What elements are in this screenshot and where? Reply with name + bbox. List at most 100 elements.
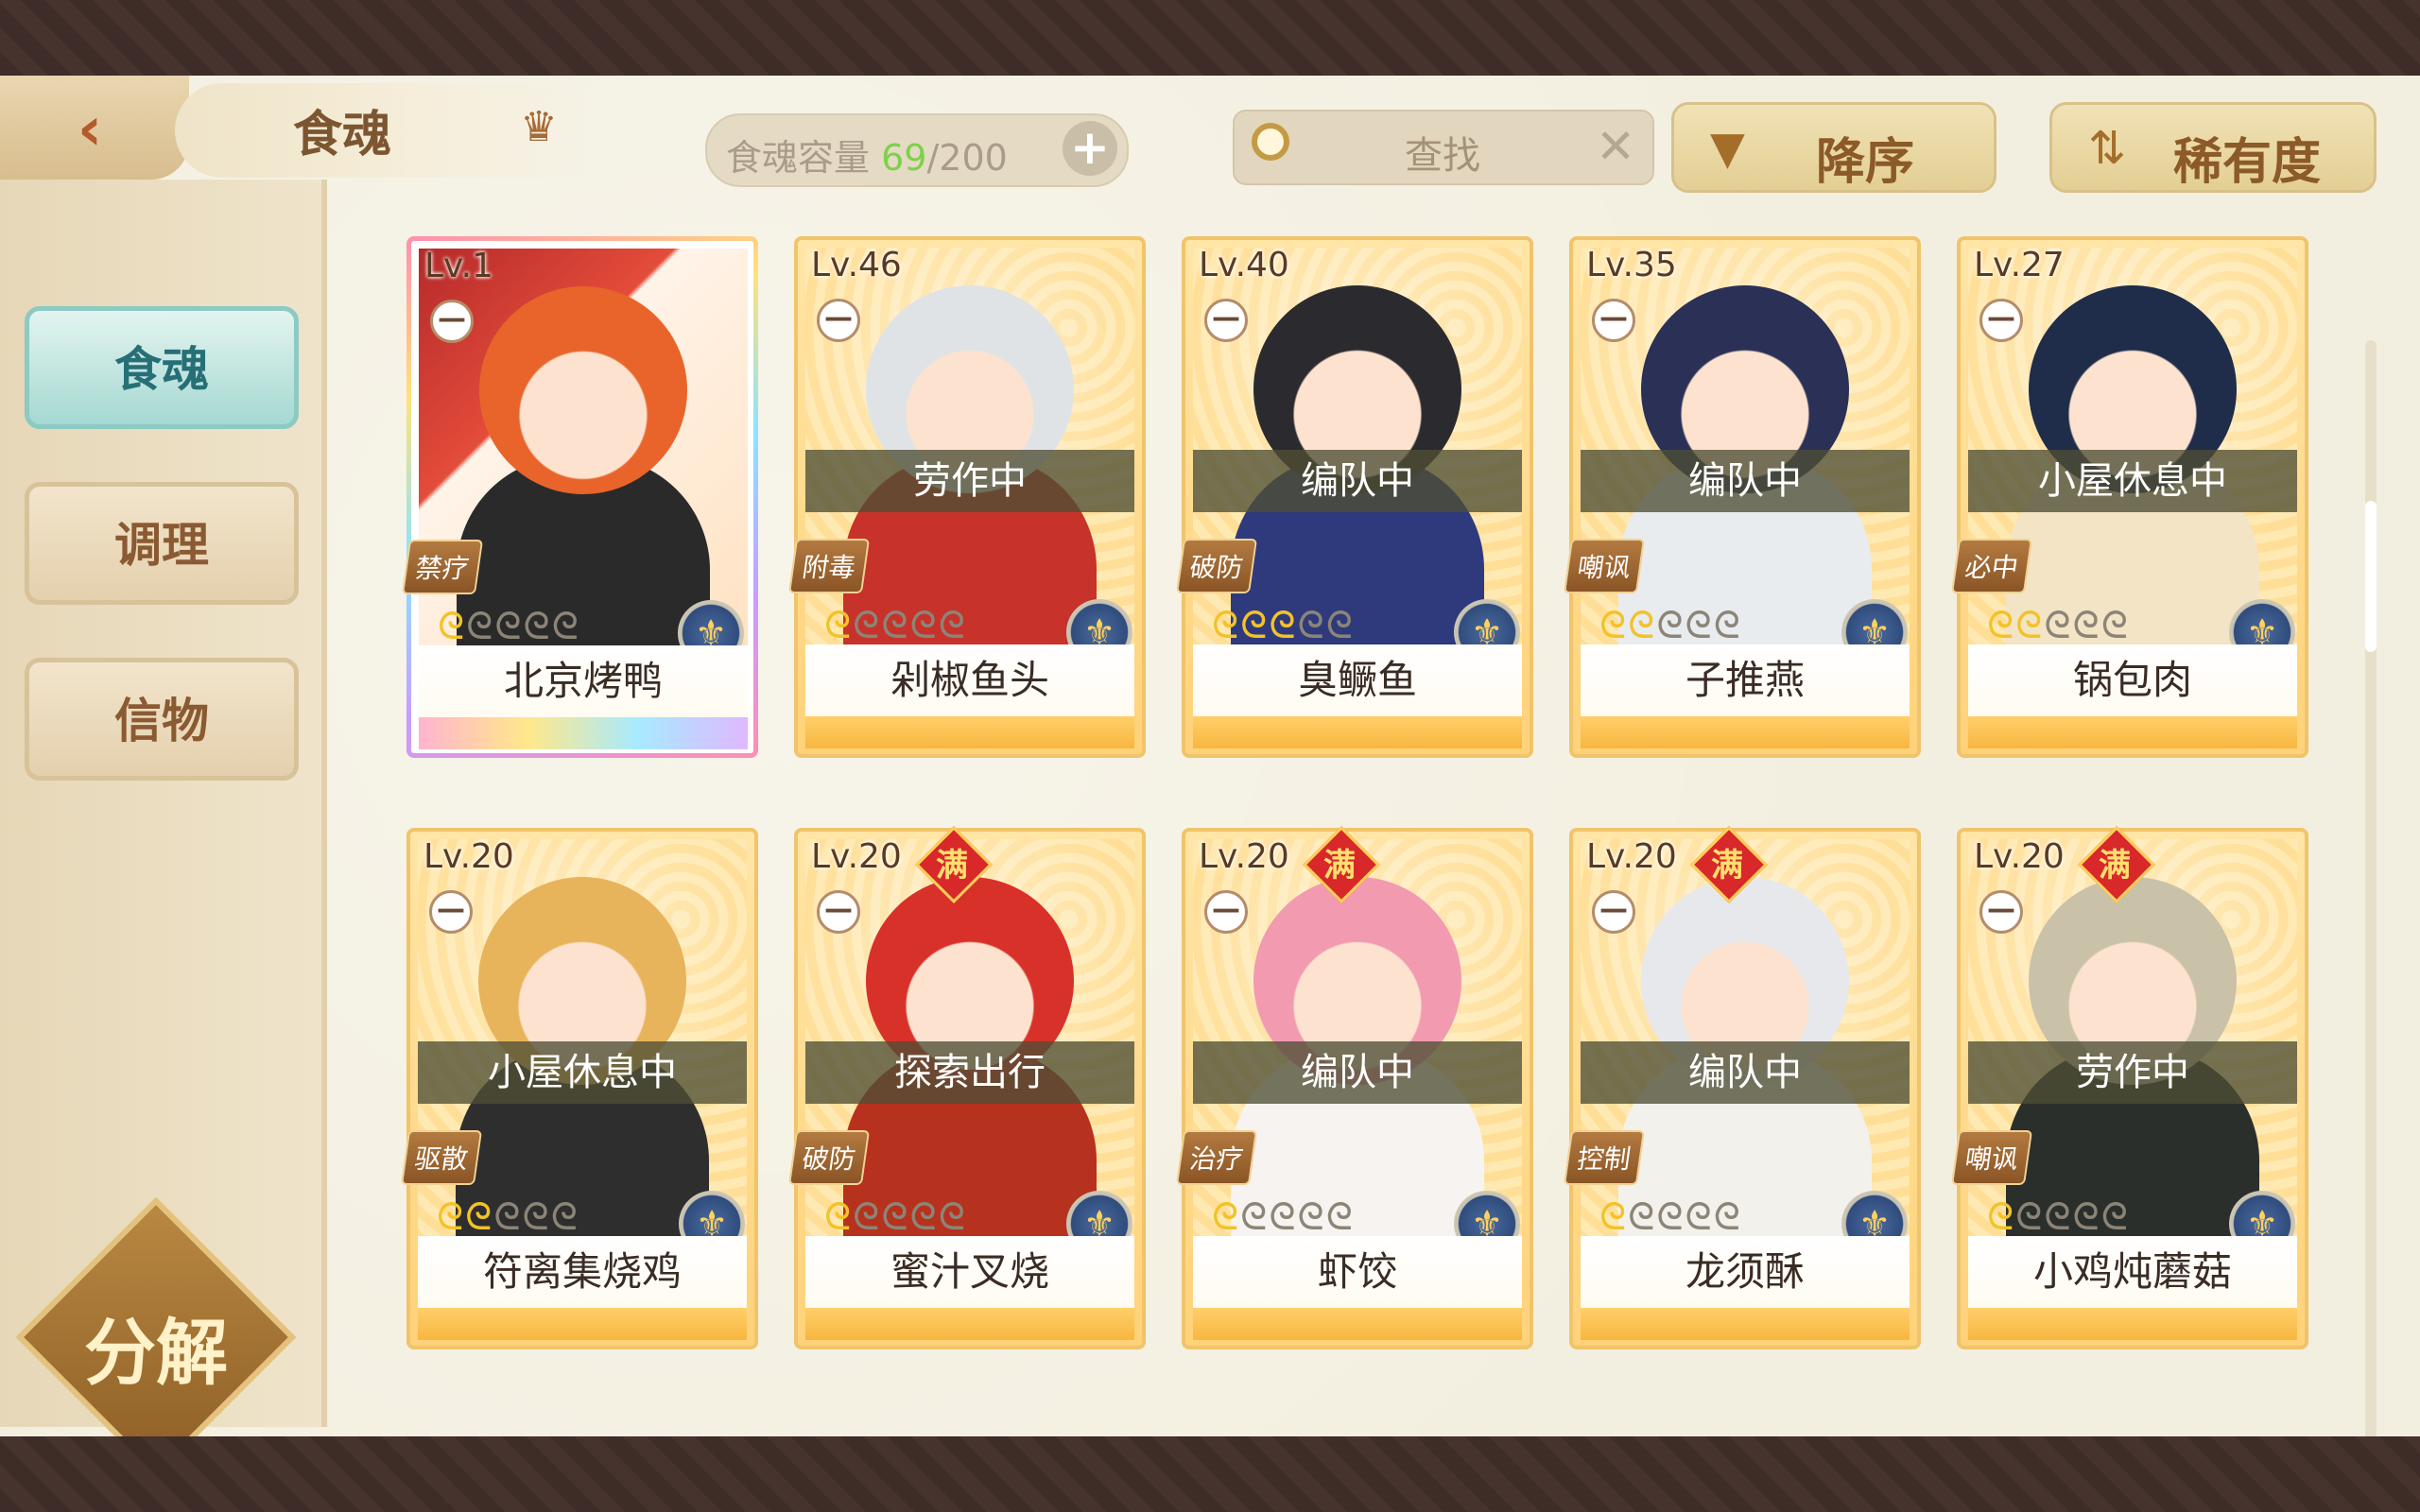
star-flame-icon: ᘓ — [493, 1195, 523, 1239]
star-flame-icon: ᘓ — [1599, 1195, 1629, 1239]
status-label: 编队中 — [1581, 450, 1910, 512]
food-soul-card[interactable]: Lv.46— 劳作中 附毒 ᘓᘓᘓᘓᘓ ⚜ 剁椒鱼头 — [787, 236, 1146, 758]
descending-icon: ▼ — [1710, 122, 1745, 175]
skill-tag: 控制 — [1563, 1130, 1646, 1185]
skill-tag: 必中 — [1950, 539, 2033, 593]
food-soul-card[interactable]: Lv.40— 编队中 破防 ᘓᘓᘓᘓᘓ ⚜ 臭鳜鱼 — [1175, 236, 1533, 758]
rarity-strip — [419, 717, 748, 749]
level-label: Lv.20 — [1586, 837, 1677, 876]
star-flame-icon: ᘓ — [1987, 1195, 2016, 1239]
star-rating: ᘓᘓᘓᘓᘓ — [1599, 1198, 1742, 1236]
sort-by-label: 稀有度 — [2173, 134, 2322, 191]
capacity-label: 食魂容量 69/200 — [726, 129, 1008, 180]
star-flame-icon: ᘓ — [881, 604, 910, 647]
sort-swap-icon: ⇅ — [2088, 122, 2127, 175]
star-flame-icon: ᘓ — [2072, 1195, 2101, 1239]
star-flame-icon: ᘓ — [2100, 1195, 2130, 1239]
star-flame-icon: ᘓ — [550, 1195, 579, 1239]
max-level-text: 满 — [1711, 847, 1743, 885]
back-button[interactable]: ‹ — [0, 76, 189, 180]
bowl-icon: — — [429, 890, 473, 934]
star-flame-icon: ᘓ — [2100, 604, 2130, 647]
status-label: 探索出行 — [805, 1041, 1134, 1104]
page-title: 食魂 — [293, 106, 392, 163]
rarity-strip — [1193, 716, 1522, 748]
star-flame-icon: ᘓ — [853, 1195, 882, 1239]
status-label: 小屋休息中 — [418, 1041, 747, 1104]
star-flame-icon: ᘓ — [522, 1195, 551, 1239]
star-flame-icon: ᘓ — [1685, 1195, 1714, 1239]
star-flame-icon: ᘓ — [1240, 1195, 1270, 1239]
character-name: 锅包肉 — [1968, 644, 2297, 716]
top-border-band — [0, 0, 2420, 76]
skill-tag: 破防 — [787, 1130, 871, 1185]
food-soul-card[interactable]: Lv.20— 小屋休息中 驱散 ᘓᘓᘓᘓᘓ ⚜ 符离集烧鸡 — [400, 828, 758, 1349]
main-stage: ‹ 食魂 ♛ 食魂容量 69/200 + 查找 ✕ ▼ 降序 ⇅ 稀有度 食魂 … — [0, 76, 2420, 1498]
star-flame-icon: ᘓ — [466, 605, 495, 648]
food-soul-card[interactable]: Lv.20 满 — 编队中 控制 ᘓᘓᘓᘓᘓ ⚜ 龙须酥 — [1563, 825, 1921, 1349]
rarity-strip — [805, 1308, 1134, 1340]
food-soul-card[interactable]: Lv.20 满 — 劳作中 嘲讽 ᘓᘓᘓᘓᘓ ⚜ 小鸡炖蘑菇 — [1950, 825, 2308, 1349]
add-capacity-button[interactable]: + — [1063, 121, 1117, 176]
character-name: 子推燕 — [1581, 644, 1910, 716]
sort-order-button[interactable]: ▼ 降序 — [1671, 102, 1996, 193]
level-label: Lv.20 — [1974, 837, 2065, 876]
star-flame-icon: ᘓ — [523, 605, 552, 648]
star-flame-icon: ᘓ — [1713, 1195, 1742, 1239]
status-label: 编队中 — [1193, 1041, 1522, 1104]
star-flame-icon: ᘓ — [1212, 604, 1241, 647]
star-flame-icon: ᘓ — [909, 1195, 939, 1239]
star-rating: ᘓᘓᘓᘓᘓ — [437, 1198, 579, 1236]
star-rating: ᘓᘓᘓᘓᘓ — [438, 608, 580, 645]
tab-tokens[interactable]: 信物 — [25, 658, 299, 781]
character-name: 剁椒鱼头 — [805, 644, 1134, 716]
food-soul-card[interactable]: Lv.20 满 — 探索出行 破防 ᘓᘓᘓᘓᘓ ⚜ 蜜汁叉烧 — [787, 825, 1146, 1349]
character-head — [479, 286, 687, 494]
star-flame-icon: ᘓ — [2015, 604, 2045, 647]
bowl-icon: — — [1204, 299, 1248, 342]
status-label: 编队中 — [1193, 450, 1522, 512]
star-flame-icon: ᘓ — [1656, 1195, 1685, 1239]
level-label: Lv.20 — [424, 837, 514, 876]
tab-seasoning[interactable]: 调理 — [25, 482, 299, 605]
star-flame-icon: ᘓ — [1685, 604, 1714, 647]
skill-tag: 治疗 — [1175, 1130, 1258, 1185]
skill-tag: 嘲讽 — [1563, 539, 1646, 593]
food-soul-card[interactable]: Lv.35— 编队中 嘲讽 ᘓᘓᘓᘓᘓ ⚜ 子推燕 — [1563, 236, 1921, 758]
star-flame-icon: ᘓ — [494, 605, 524, 648]
status-label: 劳作中 — [1968, 1041, 2297, 1104]
star-flame-icon: ᘓ — [938, 1195, 967, 1239]
star-flame-icon: ᘓ — [1269, 604, 1298, 647]
bowl-icon: — — [817, 299, 860, 342]
star-flame-icon: ᘓ — [2015, 1195, 2045, 1239]
bowl-icon: — — [1979, 299, 2023, 342]
character-name: 臭鳜鱼 — [1193, 644, 1522, 716]
star-flame-icon: ᘓ — [1599, 604, 1629, 647]
bowl-icon: — — [1592, 890, 1635, 934]
sort-by-button[interactable]: ⇅ 稀有度 — [2049, 102, 2377, 193]
search-box[interactable]: 查找 ✕ — [1233, 110, 1654, 185]
scrollbar-thumb[interactable] — [2365, 501, 2377, 652]
star-rating: ᘓᘓᘓᘓᘓ — [1599, 607, 1742, 644]
star-rating: ᘓᘓᘓᘓᘓ — [1212, 1198, 1355, 1236]
rarity-strip — [1581, 1308, 1910, 1340]
star-flame-icon: ᘓ — [853, 604, 882, 647]
food-soul-card[interactable]: Lv.1— 禁疗 ᘓᘓᘓᘓᘓ ⚜ 北京烤鸭 — [401, 236, 758, 758]
decompose-label[interactable]: 分解 — [57, 1295, 255, 1399]
rarity-strip — [1968, 1308, 2297, 1340]
tab-food-souls[interactable]: 食魂 — [25, 306, 299, 429]
food-soul-card[interactable]: Lv.27— 小屋休息中 必中 ᘓᘓᘓᘓᘓ ⚜ 锅包肉 — [1950, 236, 2308, 758]
bowl-icon: — — [1592, 299, 1635, 342]
star-flame-icon: ᘓ — [1656, 604, 1685, 647]
capacity-current: 69 — [881, 137, 927, 179]
clear-search-icon[interactable]: ✕ — [1596, 119, 1635, 174]
food-soul-card[interactable]: Lv.20 满 — 编队中 治疗 ᘓᘓᘓᘓᘓ ⚜ 虾饺 — [1175, 825, 1533, 1349]
star-flame-icon: ᘓ — [2044, 604, 2073, 647]
crown-icon[interactable]: ♛ — [510, 104, 567, 151]
bowl-icon: — — [1979, 890, 2023, 934]
rarity-strip — [1193, 1308, 1522, 1340]
max-level-text: 满 — [1323, 847, 1356, 885]
search-placeholder: 查找 — [1405, 134, 1480, 178]
capacity-max: /200 — [926, 137, 1008, 179]
skill-tag: 附毒 — [787, 539, 871, 593]
